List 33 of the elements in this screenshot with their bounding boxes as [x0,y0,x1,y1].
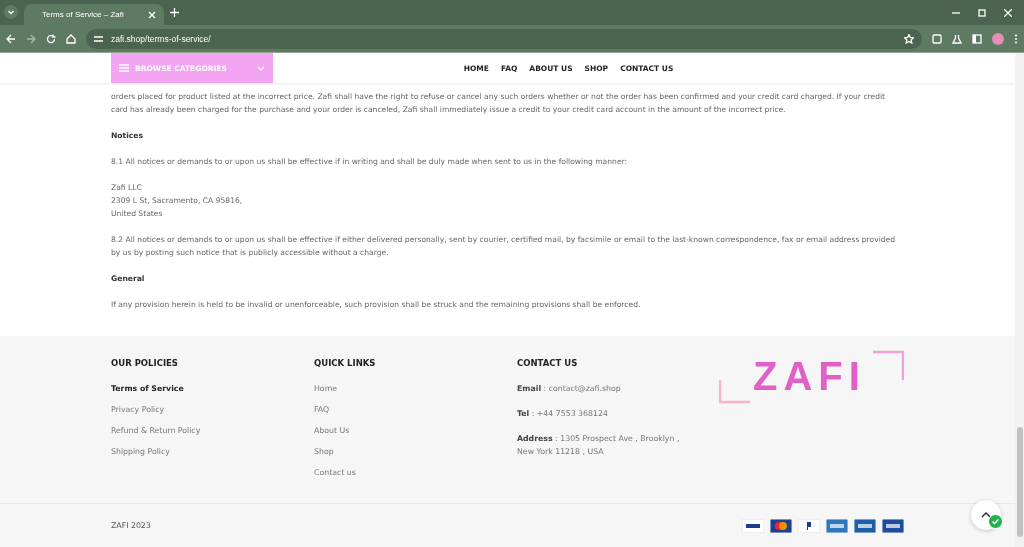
site-settings-icon[interactable] [94,34,103,43]
payment-card-icon [882,518,904,533]
chevron-down-icon [257,65,265,71]
column-title: OUR POLICIES [111,358,179,368]
bookmark-star-icon[interactable] [904,33,914,44]
flask-icon[interactable] [952,33,962,44]
reload-icon[interactable] [46,33,56,44]
restore-icon[interactable] [978,8,986,17]
side-panel-icon[interactable] [972,33,982,44]
chat-badge-icon[interactable] [988,514,1003,529]
browser-tab[interactable]: Terms of Service – Zafi [24,4,164,25]
scrollbar-thumb[interactable] [1016,427,1023,537]
home-icon[interactable] [66,33,76,44]
payment-card-icon [854,518,876,533]
address-bar[interactable]: zafi.shop/terms-of-service/ [86,28,922,49]
payment-card-icon [798,518,820,533]
forward-icon[interactable] [26,33,36,44]
payment-card-icon [770,518,792,533]
menu-icon [119,64,129,72]
extensions-icon[interactable] [932,33,942,44]
column-title: CONTACT US [517,358,579,368]
tab-list-icon[interactable] [4,5,18,19]
payment-card-icon [826,518,848,533]
logo: ZAFI [753,354,866,399]
payment-card-icon [742,518,764,533]
close-icon[interactable] [148,10,156,19]
close-icon[interactable] [1004,8,1012,17]
back-icon[interactable] [6,33,16,44]
new-tab-icon[interactable] [170,8,179,17]
logo-frame-icon [719,350,904,406]
chevron-up-icon [981,512,991,518]
column-title: QUICK LINKS [314,358,377,368]
more-icon[interactable] [1014,33,1018,44]
